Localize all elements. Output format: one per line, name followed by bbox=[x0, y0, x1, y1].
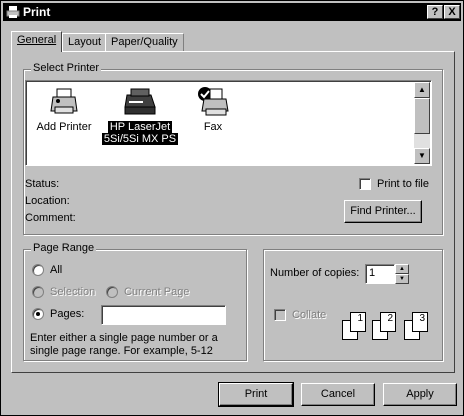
pages-label[interactable]: Pages: bbox=[50, 308, 84, 320]
print-to-file-label[interactable]: Print to file bbox=[377, 178, 429, 190]
printer-item-fax[interactable]: Fax bbox=[186, 85, 240, 133]
fax-icon bbox=[198, 87, 229, 116]
collate-checkbox[interactable] bbox=[274, 309, 286, 321]
print-button[interactable]: Print bbox=[218, 382, 294, 407]
tab-paper-quality-label: Paper/Quality bbox=[111, 36, 178, 48]
copies-input[interactable]: 1 bbox=[365, 264, 395, 284]
printer-item-hp-line2: 5Si/5Si MX PS bbox=[101, 133, 179, 145]
page-range-group: Page Range All Selection Current Page Pa… bbox=[23, 242, 247, 361]
pages-input[interactable] bbox=[101, 305, 226, 325]
find-printer-button[interactable]: Find Printer... bbox=[344, 200, 422, 223]
window-title: Print bbox=[23, 5, 51, 19]
scroll-up-icon[interactable]: ▲ bbox=[414, 82, 430, 98]
printer-icon bbox=[6, 6, 20, 18]
close-button[interactable]: X bbox=[444, 5, 460, 19]
printer-list-scrollbar[interactable]: ▲ ▼ bbox=[414, 82, 430, 164]
tab-general-label: General bbox=[17, 34, 57, 46]
collate-label[interactable]: Collate bbox=[292, 309, 326, 321]
comment-label: Comment: bbox=[25, 212, 76, 224]
select-printer-group: Select Printer Add Printer HP LaserJet 5… bbox=[23, 62, 443, 235]
copies-down-icon[interactable]: ▼ bbox=[395, 274, 409, 284]
number-of-copies-label: Number of copies: bbox=[270, 267, 360, 279]
scroll-down-icon[interactable]: ▼ bbox=[414, 148, 430, 164]
print-to-file-checkbox[interactable] bbox=[359, 178, 371, 190]
printer-item-hp-laserjet[interactable]: HP LaserJet 5Si/5Si MX PS bbox=[100, 87, 180, 145]
apply-button[interactable]: Apply bbox=[383, 383, 457, 406]
location-label: Location: bbox=[25, 195, 70, 207]
all-label[interactable]: All bbox=[50, 264, 62, 276]
tab-panel-general: Select Printer Add Printer HP LaserJet 5… bbox=[11, 51, 455, 373]
current-page-radio[interactable] bbox=[106, 286, 118, 298]
print-dialog: Print ? X General Layout Paper/Quality S… bbox=[0, 0, 464, 416]
select-printer-label: Select Printer bbox=[31, 62, 102, 74]
printer-list[interactable]: Add Printer HP LaserJet 5Si/5Si MX PS Fa… bbox=[25, 80, 432, 166]
all-radio[interactable] bbox=[32, 264, 44, 276]
collate-illustration: 1 1 2 2 3 3 bbox=[336, 306, 436, 346]
laser-printer-icon bbox=[124, 88, 156, 115]
current-page-label[interactable]: Current Page bbox=[124, 286, 189, 298]
copies-group: Number of copies: 1 ▲ ▼ Collate 1 1 2 2 … bbox=[263, 249, 443, 361]
cancel-button[interactable]: Cancel bbox=[301, 383, 375, 406]
selection-label[interactable]: Selection bbox=[50, 286, 95, 298]
copies-up-icon[interactable]: ▲ bbox=[395, 264, 409, 274]
selection-radio[interactable] bbox=[32, 286, 44, 298]
scroll-thumb[interactable] bbox=[414, 98, 430, 134]
add-printer-icon bbox=[50, 88, 78, 114]
help-button[interactable]: ? bbox=[427, 5, 443, 19]
tab-general[interactable]: General bbox=[11, 31, 63, 52]
copies-spinner[interactable]: ▲ ▼ bbox=[395, 264, 409, 284]
tab-layout-label: Layout bbox=[68, 36, 102, 48]
page-range-label: Page Range bbox=[31, 242, 97, 254]
title-bar[interactable]: Print ? X bbox=[3, 3, 461, 21]
collate-page-icon: 3 bbox=[412, 312, 428, 332]
printer-item-add[interactable]: Add Printer bbox=[32, 87, 96, 133]
collate-page-icon: 1 bbox=[350, 312, 366, 332]
printer-item-fax-label: Fax bbox=[203, 121, 223, 133]
pages-radio[interactable] bbox=[32, 308, 44, 320]
collate-page-icon: 2 bbox=[380, 312, 396, 332]
tab-paper-quality[interactable]: Paper/Quality bbox=[105, 33, 184, 51]
pages-radio-dot bbox=[36, 312, 40, 316]
printer-item-add-label: Add Printer bbox=[36, 121, 92, 133]
tab-layout[interactable]: Layout bbox=[62, 33, 108, 51]
page-range-hint: Enter either a single page number or a s… bbox=[30, 332, 218, 357]
printer-item-hp-line1: HP LaserJet bbox=[107, 121, 173, 133]
status-label: Status: bbox=[25, 178, 60, 190]
